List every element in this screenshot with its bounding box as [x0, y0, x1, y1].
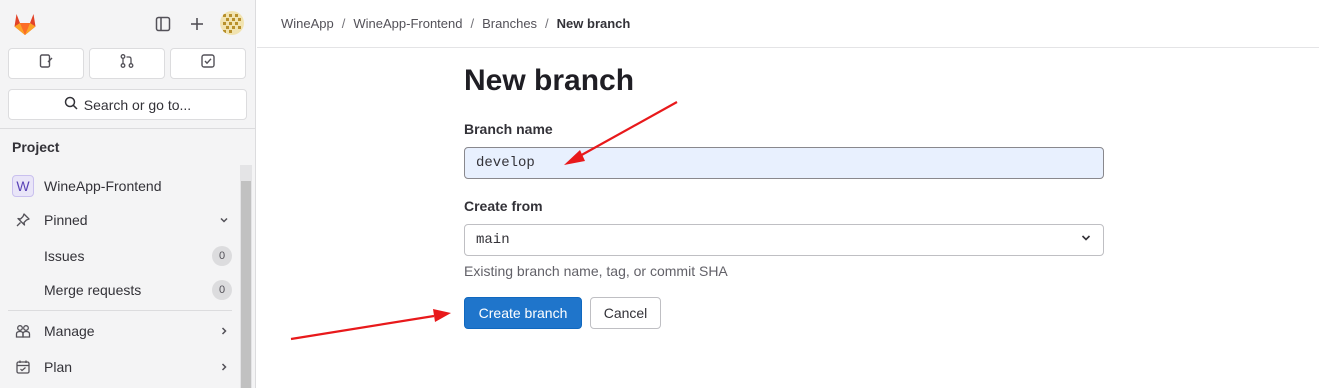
create-from-label: Create from: [464, 198, 543, 214]
calendar-icon: [12, 359, 34, 375]
merge-requests-count-badge: 0: [212, 280, 232, 300]
sidebar-nav-divider: [8, 310, 232, 311]
sidebar-item-project[interactable]: W WineApp-Frontend: [8, 171, 232, 201]
sidebar-item-label: WineApp-Frontend: [44, 178, 162, 194]
toggle-sidebar-icon[interactable]: [152, 13, 174, 35]
branch-name-input[interactable]: [464, 147, 1104, 179]
annotation-arrow-to-button: [290, 309, 451, 341]
breadcrumb-current[interactable]: New branch: [557, 16, 631, 31]
chevron-right-icon: [218, 361, 230, 373]
sidebar-item-label: Merge requests: [44, 282, 142, 298]
sidebar-item-plan[interactable]: Plan: [8, 352, 232, 382]
sidebar: Search or go to... Project W WineApp-Fro…: [0, 0, 256, 388]
chevron-down-icon: [1080, 232, 1092, 249]
todos-tile-button[interactable]: [170, 48, 246, 79]
branch-name-label: Branch name: [464, 121, 553, 137]
breadcrumb-item[interactable]: WineApp: [281, 16, 334, 31]
sidebar-item-label: Manage: [44, 323, 95, 339]
issues-icon: [38, 53, 54, 74]
project-avatar: W: [12, 175, 34, 197]
search-placeholder: Search or go to...: [83, 96, 192, 113]
merge-request-icon: [119, 53, 135, 74]
breadcrumb-item[interactable]: WineApp-Frontend: [353, 16, 462, 31]
header-divider: [257, 47, 1319, 48]
sidebar-divider: [0, 128, 256, 129]
breadcrumb-item[interactable]: Branches: [482, 16, 537, 31]
create-branch-button[interactable]: Create branch: [464, 297, 582, 329]
breadcrumb-separator: /: [470, 16, 475, 31]
merge-requests-tile-button[interactable]: [89, 48, 165, 79]
sidebar-item-issues[interactable]: Issues 0: [8, 241, 232, 271]
chevron-down-icon: [218, 214, 230, 226]
breadcrumb: WineApp / WineApp-Frontend / Branches / …: [281, 16, 630, 31]
chevron-right-icon: [218, 325, 230, 337]
breadcrumb-separator: /: [341, 16, 346, 31]
sidebar-section-title: Project: [12, 139, 60, 155]
issues-tile-button[interactable]: [8, 48, 84, 79]
sidebar-item-label: Plan: [44, 359, 73, 375]
page-title: New branch: [464, 64, 635, 97]
users-icon: [12, 323, 34, 339]
breadcrumb-separator: /: [545, 16, 549, 31]
gitlab-logo-icon[interactable]: [12, 11, 38, 37]
todo-check-icon: [200, 53, 216, 74]
create-from-select[interactable]: main: [464, 224, 1104, 256]
sidebar-item-merge-requests[interactable]: Merge requests 0: [8, 275, 232, 305]
sidebar-item-pinned[interactable]: Pinned: [8, 205, 232, 235]
create-from-help-text: Existing branch name, tag, or commit SHA: [464, 263, 728, 279]
search-icon: [64, 96, 78, 113]
pin-icon: [12, 212, 34, 228]
sidebar-item-label: Pinned: [44, 212, 88, 228]
sidebar-item-manage[interactable]: Manage: [8, 316, 232, 346]
create-from-value: main: [476, 232, 510, 248]
user-avatar[interactable]: [220, 11, 244, 35]
sidebar-item-label: Issues: [44, 248, 85, 264]
cancel-button[interactable]: Cancel: [590, 297, 661, 329]
search-button[interactable]: Search or go to...: [8, 89, 247, 120]
issues-count-badge: 0: [212, 246, 232, 266]
sidebar-scrollbar-thumb[interactable]: [241, 181, 251, 388]
plus-icon[interactable]: [186, 13, 208, 35]
